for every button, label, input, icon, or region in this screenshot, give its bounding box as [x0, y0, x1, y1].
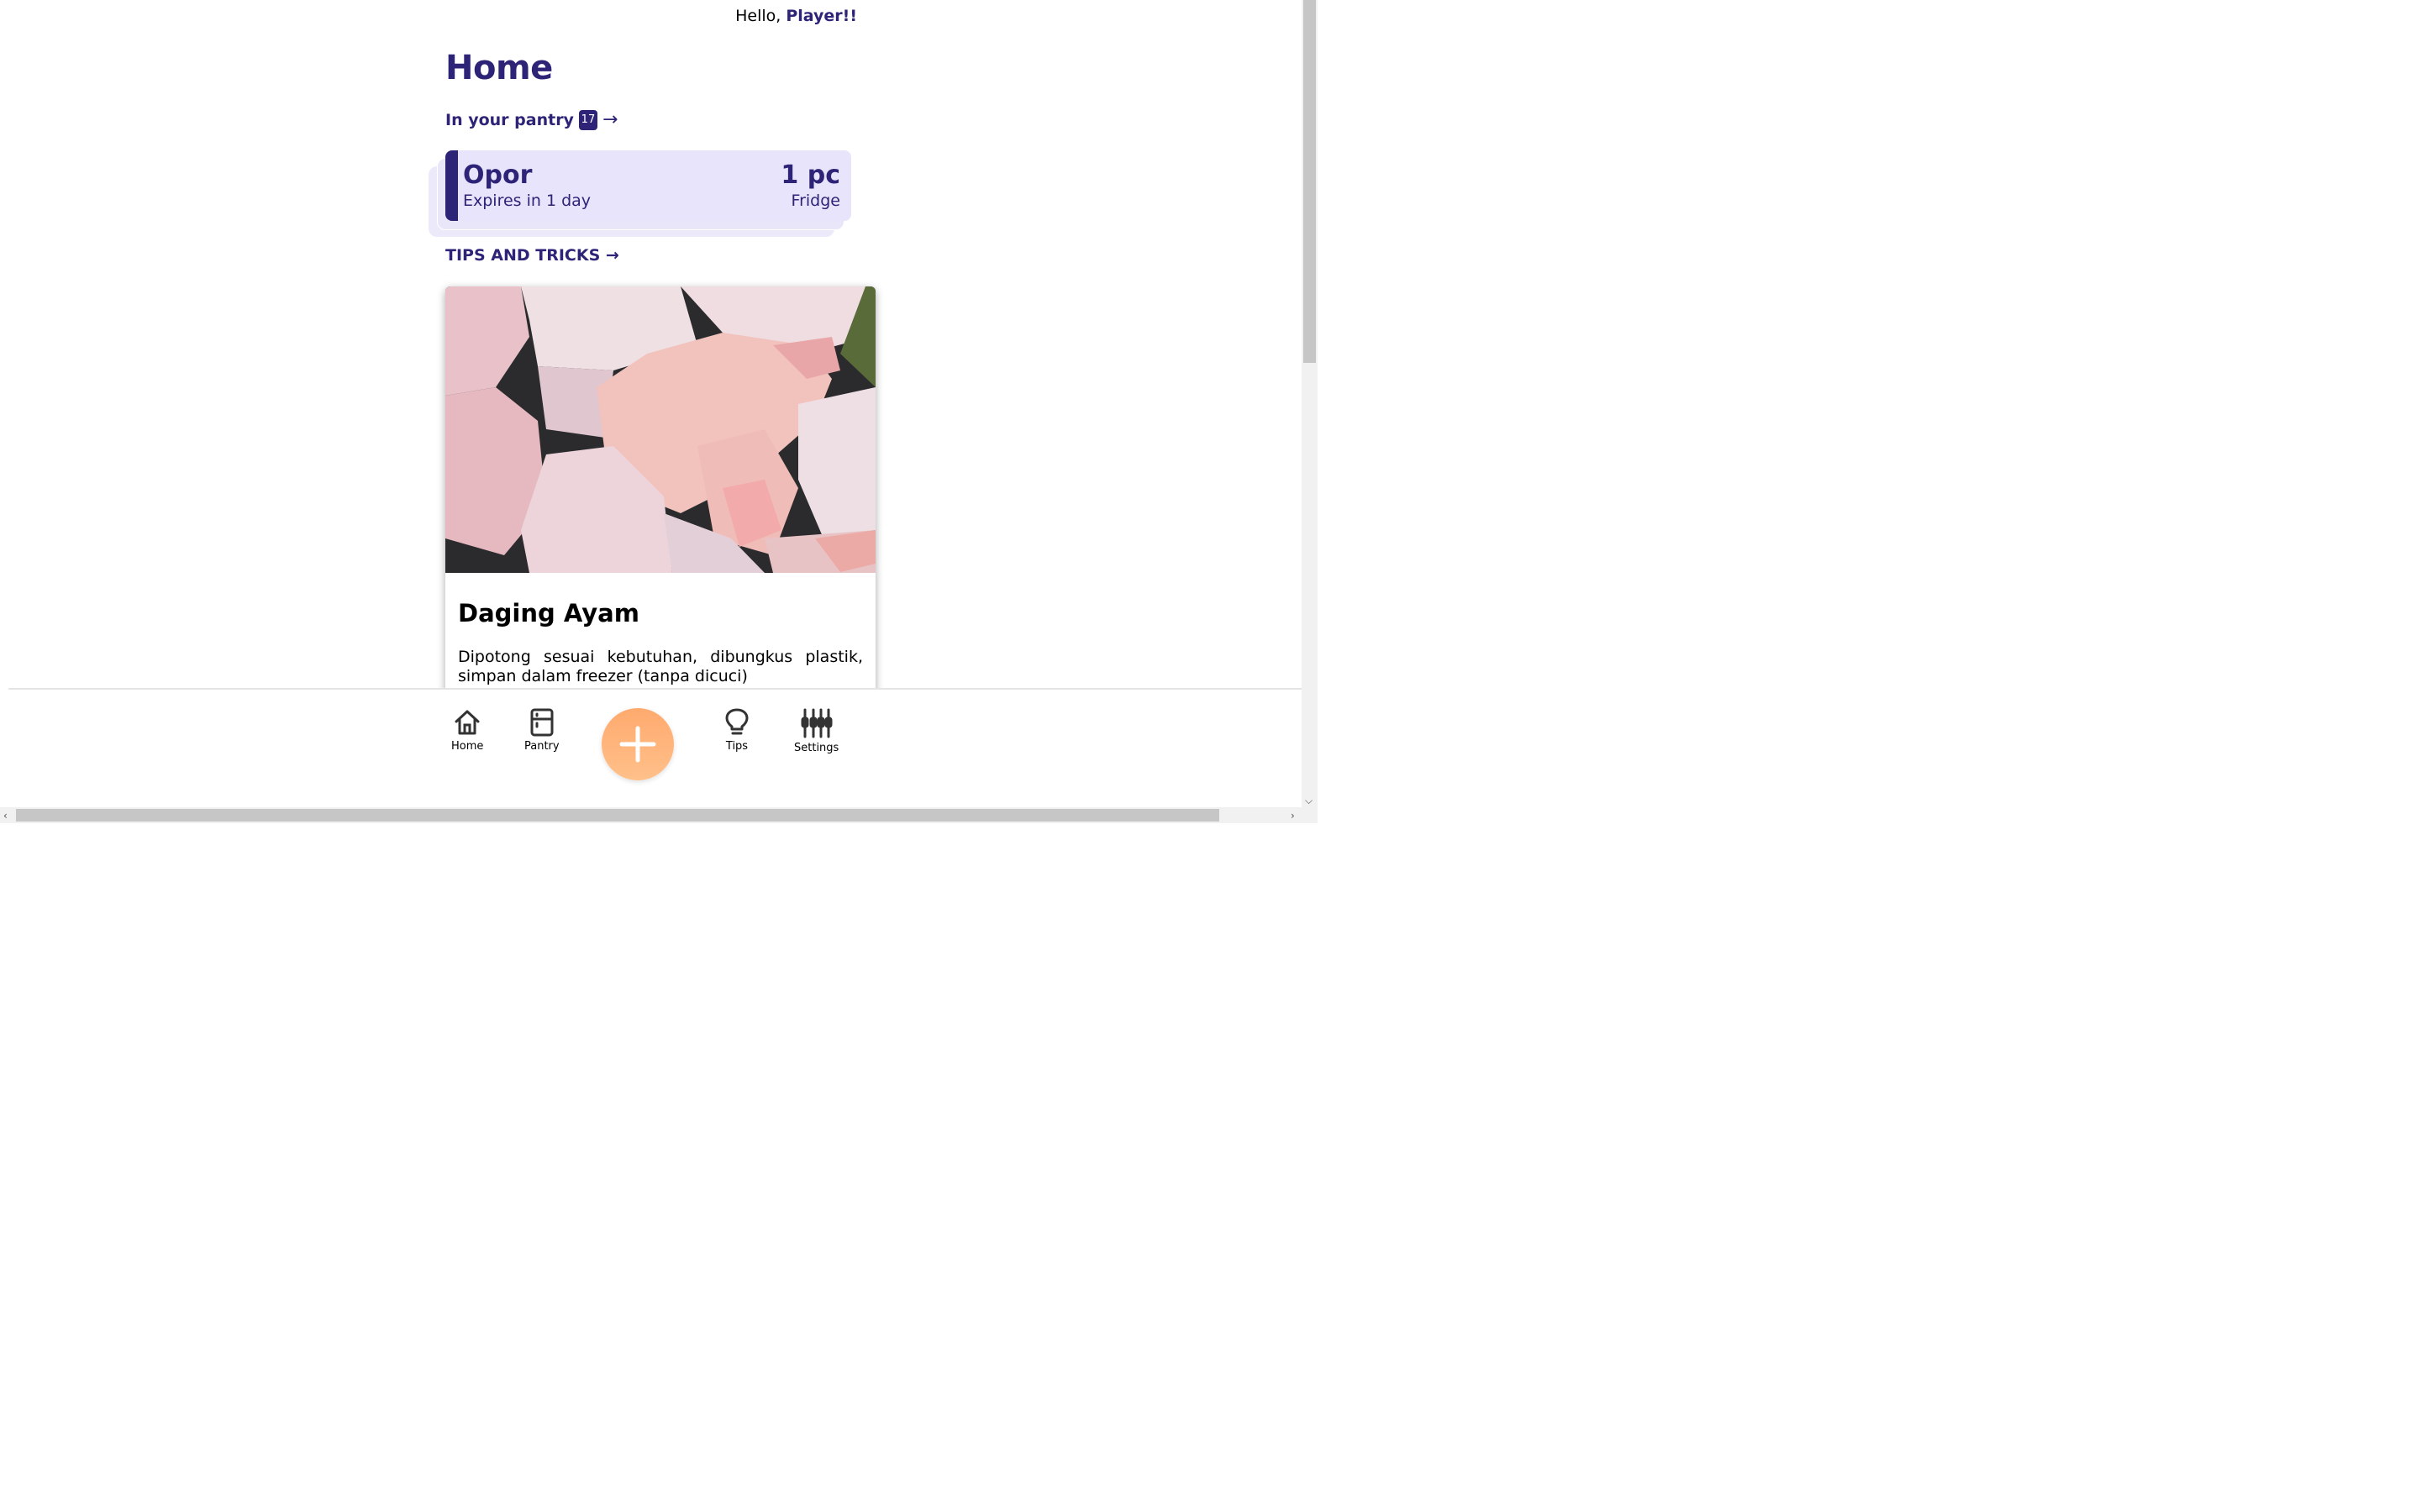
pantry-link[interactable]: In your pantry 17 → [445, 109, 618, 130]
item-quantity: 1 pc [781, 160, 840, 190]
lightbulb-icon [725, 708, 749, 735]
nav-home-label: Home [451, 740, 484, 753]
vertical-scrollbar-thumb[interactable] [1303, 0, 1316, 363]
pantry-label: In your pantry [445, 110, 574, 129]
home-icon [455, 710, 480, 735]
greeting-text: Hello, [735, 7, 781, 25]
nav-tips-label: Tips [725, 740, 749, 753]
add-button[interactable] [602, 708, 674, 780]
item-expiry: Expires in 1 day [463, 192, 592, 210]
plus-icon [619, 726, 656, 763]
nav-settings-label: Settings [794, 742, 839, 754]
item-location: Fridge [791, 192, 840, 210]
tip-title: Daging Ayam [458, 599, 639, 627]
arrow-right-icon: → [602, 109, 618, 130]
tip-description: Dipotong sesuai kebutuhan, dibungkus pla… [458, 648, 863, 685]
sliders-icon [801, 708, 833, 738]
tip-card[interactable]: Daging Ayam Dipotong sesuai kebutuhan, d… [445, 286, 876, 723]
greeting: Hello, Player!! [731, 7, 857, 25]
nav-home[interactable]: Home [451, 708, 483, 753]
pantry-item-card[interactable]: Opor Expires in 1 day 1 pc Fridge [445, 150, 851, 221]
scroll-down-icon[interactable]: ⌵ [1305, 795, 1313, 806]
scroll-left-icon[interactable]: ‹ [3, 811, 8, 821]
nav-pantry-label: Pantry [524, 740, 560, 753]
card-accent-bar [445, 150, 458, 221]
nav-tips[interactable]: Tips [724, 708, 750, 753]
horizontal-scrollbar-thumb[interactable] [16, 809, 1219, 822]
nav-pantry[interactable]: Pantry [524, 708, 560, 753]
page-title: Home [445, 49, 553, 87]
username: Player!! [786, 7, 857, 25]
tip-image [445, 286, 876, 573]
nav-settings[interactable]: Settings [794, 708, 839, 754]
scroll-right-icon[interactable]: › [1291, 811, 1295, 821]
tips-link[interactable]: TIPS AND TRICKS → [445, 246, 619, 265]
item-name: Opor [463, 160, 533, 190]
fridge-icon [530, 708, 554, 737]
pantry-count-badge: 17 [578, 109, 597, 130]
bottom-nav: Home Pantry Tips Settings [8, 688, 1302, 809]
